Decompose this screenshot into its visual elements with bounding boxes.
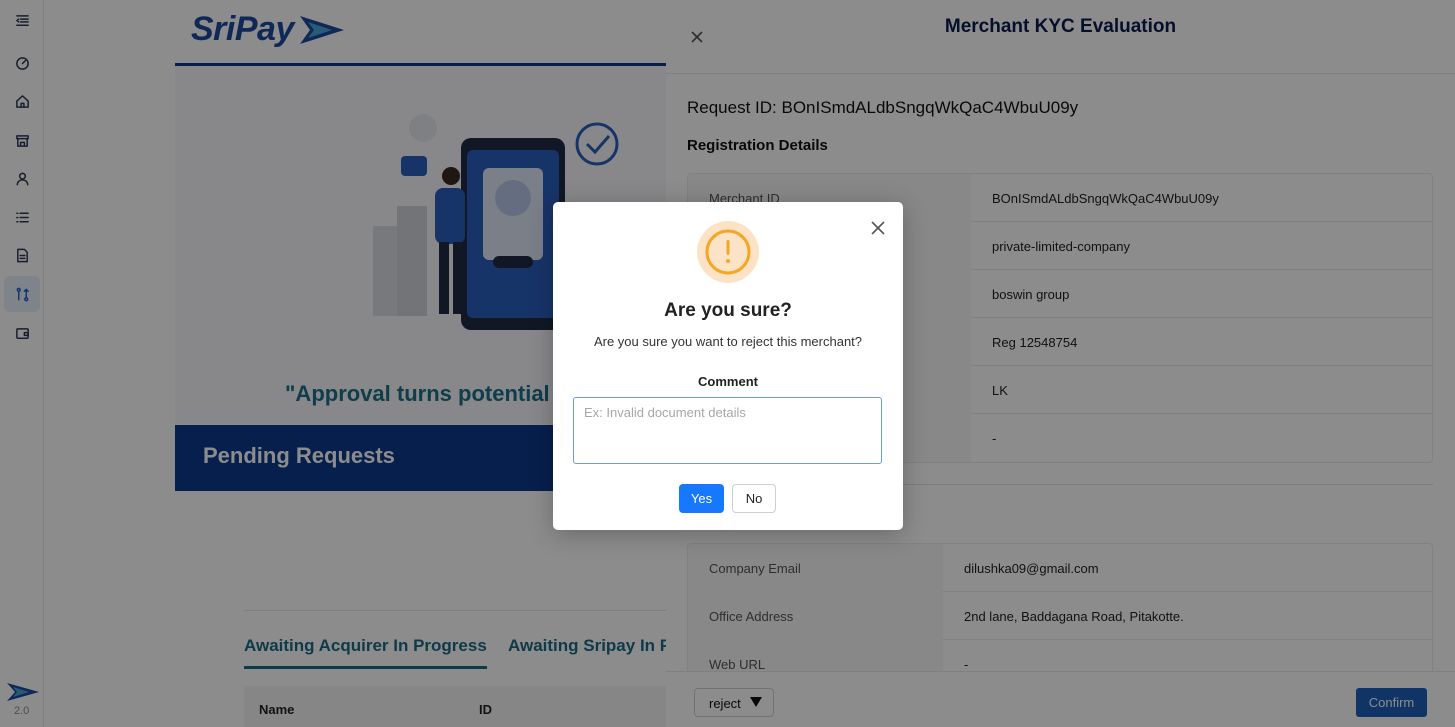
dialog-title: Are you sure? [664,300,792,321]
reject-confirmation-dialog: Are you sure? Are you sure you want to r… [553,202,903,530]
dialog-message: Are you sure you want to reject this mer… [593,334,863,349]
close-icon[interactable] [869,219,887,237]
yes-button[interactable]: Yes [679,484,724,513]
app-root: 2.0 SriPay "Approval turns potential Pen… [0,0,1455,727]
no-button[interactable]: No [732,484,776,513]
warning-icon [697,221,759,283]
comment-input[interactable] [573,397,882,464]
comment-label: Comment [698,374,758,389]
